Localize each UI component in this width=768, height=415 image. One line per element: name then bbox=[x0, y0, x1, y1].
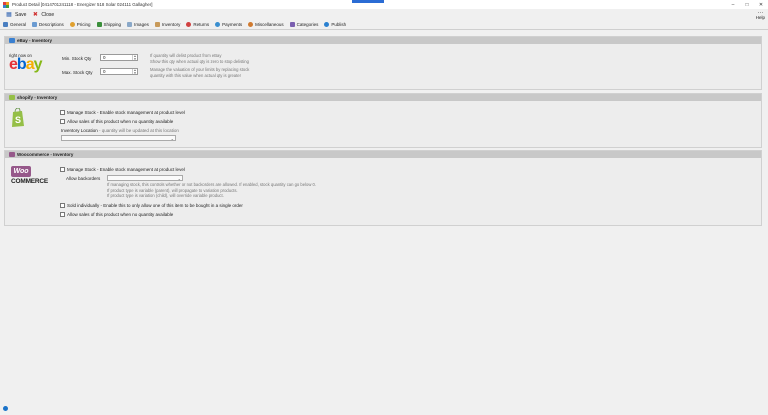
shopify-inventory-panel: shopify - Inventory S Manage Stock - Ena… bbox=[4, 93, 762, 148]
woocommerce-inventory-panel: Woocommerce - Inventory Woo COMMERCE Man… bbox=[4, 150, 762, 226]
ebay-inventory-panel: eBay - Inventory right now on ebay Min. … bbox=[4, 36, 762, 90]
sold-individually-label: Sold individually - Enable this to only … bbox=[67, 203, 243, 208]
shopify-allow-sales-checkbox[interactable] bbox=[60, 119, 65, 124]
tab-miscellaneous[interactable]: Miscellaneous bbox=[245, 20, 287, 30]
min-stock-label: Min. Stock Qty bbox=[62, 56, 92, 61]
title-bar: Product Detail [0414701241118 - Energize… bbox=[0, 0, 768, 9]
max-stock-value: 0 bbox=[103, 69, 106, 74]
tab-label: Shipping bbox=[103, 22, 122, 27]
woo-allow-sales-checkbox[interactable] bbox=[60, 212, 65, 217]
shopify-manage-stock-checkbox[interactable] bbox=[60, 110, 65, 115]
returns-icon bbox=[186, 22, 192, 27]
shopify-allow-sales-label: Allow sales of this product when no quan… bbox=[67, 119, 174, 124]
allow-backorders-select[interactable]: ⌄ bbox=[107, 175, 183, 181]
toolbar: ▦ Save ✖ Close … Help bbox=[0, 9, 768, 20]
tab-label: Payments bbox=[222, 22, 243, 27]
categories-icon bbox=[289, 22, 295, 27]
shipping-icon bbox=[96, 22, 102, 27]
allow-backorders-label: Allow backorders bbox=[66, 176, 101, 181]
general-icon bbox=[3, 22, 8, 27]
woocommerce-icon bbox=[9, 152, 15, 157]
max-stock-note: Manage the valuation of your limits by r… bbox=[150, 67, 250, 78]
status-indicator-icon bbox=[3, 406, 8, 411]
inventory-location-select[interactable]: ⌄ bbox=[61, 135, 176, 141]
save-icon: ▦ bbox=[6, 12, 12, 18]
images-icon bbox=[127, 22, 133, 27]
tab-general[interactable]: General bbox=[0, 20, 29, 30]
tab-label: Miscellaneous bbox=[255, 22, 284, 27]
max-stock-input[interactable]: 0 ▲ ▼ bbox=[100, 68, 138, 75]
shopify-icon bbox=[9, 95, 15, 100]
spinner-arrows-icon[interactable]: ▲ ▼ bbox=[132, 55, 137, 60]
woocommerce-logo: Woo COMMERCE bbox=[11, 166, 48, 185]
tab-descriptions[interactable]: Descriptions bbox=[29, 20, 67, 30]
minimize-button[interactable]: – bbox=[726, 0, 740, 9]
descriptions-icon bbox=[32, 22, 38, 27]
tab-returns[interactable]: Returns bbox=[183, 20, 212, 30]
inventory-location-label: Inventory Location - quantity will be up… bbox=[61, 128, 179, 133]
woo-allow-sales-label: Allow sales of this product when no quan… bbox=[67, 212, 174, 217]
tab-categories[interactable]: Categories bbox=[287, 20, 322, 30]
payments-icon bbox=[215, 22, 221, 27]
tab-shipping[interactable]: Shipping bbox=[94, 20, 125, 30]
close-icon: ✖ bbox=[32, 12, 38, 18]
tab-label: Categories bbox=[296, 22, 319, 27]
woo-badge: Woo bbox=[11, 166, 31, 177]
spinner-arrows-icon[interactable]: ▲ ▼ bbox=[132, 69, 137, 74]
app-icon bbox=[3, 1, 9, 8]
ebay-panel-header: eBay - Inventory bbox=[5, 37, 761, 44]
window-title: Product Detail [0414701241118 - Energize… bbox=[12, 2, 153, 7]
woo-manage-stock-checkbox[interactable] bbox=[60, 167, 65, 172]
tab-label: Pricing bbox=[76, 22, 91, 27]
tab-publish[interactable]: Publish bbox=[321, 20, 349, 30]
tab-label: Returns bbox=[193, 22, 210, 27]
woo-manage-stock-label: Manage Stock - Enable stock management a… bbox=[67, 167, 185, 172]
min-stock-input[interactable]: 0 ▲ ▼ bbox=[100, 54, 138, 61]
min-stock-note: If quantity will delist product from eBa… bbox=[150, 53, 249, 64]
svg-text:S: S bbox=[15, 115, 21, 125]
inventory-icon bbox=[154, 22, 160, 27]
max-stock-label: Max. Stock Qty bbox=[62, 70, 93, 75]
tab-label: General bbox=[10, 22, 27, 27]
publish-icon bbox=[324, 22, 330, 27]
save-label: Save bbox=[15, 11, 27, 18]
backorders-note: If managing stock, this controls whether… bbox=[107, 182, 317, 198]
tab-label: Descriptions bbox=[39, 22, 64, 27]
close-button[interactable]: ✖ Close bbox=[32, 11, 55, 19]
tab-label: Publish bbox=[331, 22, 347, 27]
woo-wordmark: COMMERCE bbox=[11, 178, 49, 185]
ebay-logo: ebay bbox=[9, 56, 42, 73]
tab-pricing[interactable]: Pricing bbox=[67, 20, 94, 30]
ebay-panel-title: eBay - Inventory bbox=[17, 38, 53, 43]
pricing-icon bbox=[69, 22, 75, 27]
woocommerce-panel-title: Woocommerce - Inventory bbox=[17, 152, 74, 157]
shopify-panel-title: shopify - Inventory bbox=[17, 95, 58, 100]
tab-bar: General Descriptions Pricing Shipping Im… bbox=[0, 20, 768, 30]
tab-images[interactable]: Images bbox=[124, 20, 152, 30]
save-button[interactable]: ▦ Save bbox=[6, 11, 27, 19]
maximize-button[interactable]: □ bbox=[740, 0, 754, 9]
tab-label: Inventory bbox=[161, 22, 181, 27]
chevron-down-icon: ⌄ bbox=[177, 176, 181, 181]
chevron-down-icon: ⌄ bbox=[170, 136, 174, 141]
min-stock-value: 0 bbox=[103, 55, 106, 60]
shopify-panel-header: shopify - Inventory bbox=[5, 94, 761, 101]
tab-payments[interactable]: Payments bbox=[212, 20, 245, 30]
miscellaneous-icon bbox=[248, 22, 254, 27]
close-window-button[interactable]: ✕ bbox=[754, 0, 768, 9]
woocommerce-panel-header: Woocommerce - Inventory bbox=[5, 151, 761, 158]
shopify-manage-stock-label: Manage Stock - Enable stock management a… bbox=[67, 110, 185, 115]
ebay-icon bbox=[9, 38, 15, 43]
shopify-logo: S bbox=[11, 107, 25, 130]
sold-individually-checkbox[interactable] bbox=[60, 203, 65, 208]
close-label: Close bbox=[41, 11, 55, 18]
window-drag-indicator[interactable] bbox=[352, 0, 384, 3]
tab-inventory[interactable]: Inventory bbox=[152, 20, 184, 30]
tab-label: Images bbox=[134, 22, 149, 27]
help-button[interactable]: … Help bbox=[756, 9, 765, 20]
